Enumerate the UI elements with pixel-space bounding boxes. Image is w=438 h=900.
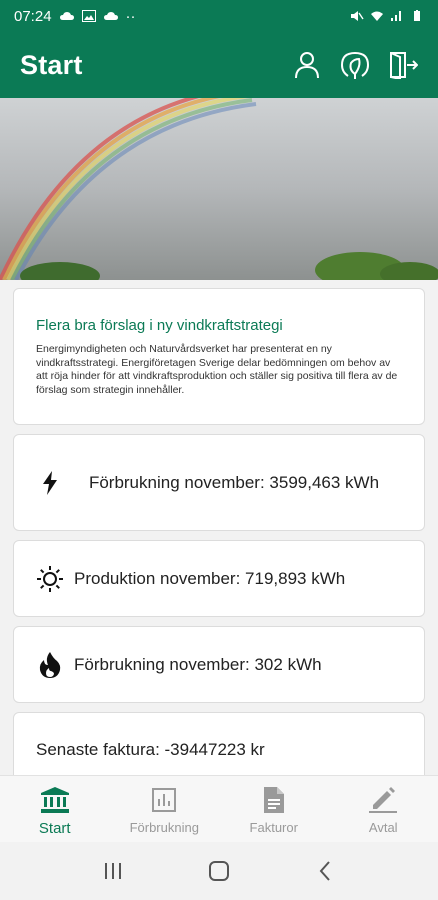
document-icon: [260, 786, 288, 814]
consumption-card[interactable]: Förbrukning november: 3599,463 kWh: [13, 434, 425, 531]
battery-icon: [414, 10, 420, 21]
wifi-icon: [371, 11, 383, 21]
stat-text: Produktion november: 719,893 kWh: [74, 568, 346, 588]
nav-item-fakturor[interactable]: Fakturor: [219, 776, 329, 842]
stat-text: Förbrukning november: 3599,463 kWh: [88, 473, 380, 492]
nav-label: Förbrukning: [129, 820, 199, 835]
bottom-nav: Start Förbrukning Fakturor Avtal: [0, 775, 438, 842]
stat-text: Senaste faktura: -39447223 kr: [36, 740, 265, 759]
home-icon: [209, 861, 229, 881]
profile-button[interactable]: [292, 50, 322, 80]
signal-icon: [391, 11, 401, 21]
status-dots: ··: [125, 7, 136, 25]
recents-icon: [105, 863, 121, 879]
back-icon: [319, 861, 330, 881]
app-bar: Start: [0, 32, 438, 98]
cloud-icon: [103, 12, 118, 20]
nav-item-start[interactable]: Start: [0, 776, 110, 842]
nav-item-forbrukning[interactable]: Förbrukning: [110, 776, 220, 842]
energy-button[interactable]: [340, 50, 370, 80]
status-time: 07:24: [14, 7, 52, 25]
hero-image: [0, 98, 438, 280]
nav-item-avtal[interactable]: Avtal: [329, 776, 438, 842]
exit-icon: [390, 52, 418, 79]
page-title: Start: [20, 49, 83, 80]
bank-icon: [40, 786, 69, 814]
leaf-circle-icon: [340, 51, 370, 79]
content-scroll[interactable]: Flera bra förslag i ny vindkraftstrategi…: [0, 280, 438, 775]
news-body: Energimyndigheten och Naturvårdsverket h…: [36, 343, 398, 396]
image-icon: [81, 10, 96, 22]
status-bar: 07:24 ··: [0, 0, 438, 32]
chart-icon: [150, 786, 178, 814]
nav-label: Start: [38, 820, 71, 837]
news-card[interactable]: Flera bra förslag i ny vindkraftstrategi…: [13, 288, 425, 425]
system-nav-bar: [0, 842, 438, 900]
stat-text: Förbrukning november: 302 kWh: [74, 654, 322, 674]
pen-icon: [369, 786, 398, 814]
news-title: Flera bra förslag i ny vindkraftstrategi: [36, 317, 283, 334]
mute-icon: [351, 11, 364, 21]
nav-label: Fakturor: [249, 820, 298, 835]
heating-card[interactable]: Förbrukning november: 302 kWh: [13, 626, 425, 703]
logout-button[interactable]: [388, 50, 418, 80]
user-icon: [295, 52, 319, 79]
invoice-card[interactable]: Senaste faktura: -39447223 kr: [13, 712, 425, 775]
recent-apps-button[interactable]: [93, 851, 133, 891]
production-card[interactable]: Produktion november: 719,893 kWh: [13, 540, 425, 617]
nav-label: Avtal: [368, 820, 398, 835]
back-button[interactable]: [305, 851, 345, 891]
flame-icon: [36, 651, 64, 679]
sun-icon: [36, 565, 64, 593]
lightning-icon: [36, 469, 64, 497]
home-button[interactable]: [199, 851, 239, 891]
cloud-icon: [59, 12, 74, 20]
